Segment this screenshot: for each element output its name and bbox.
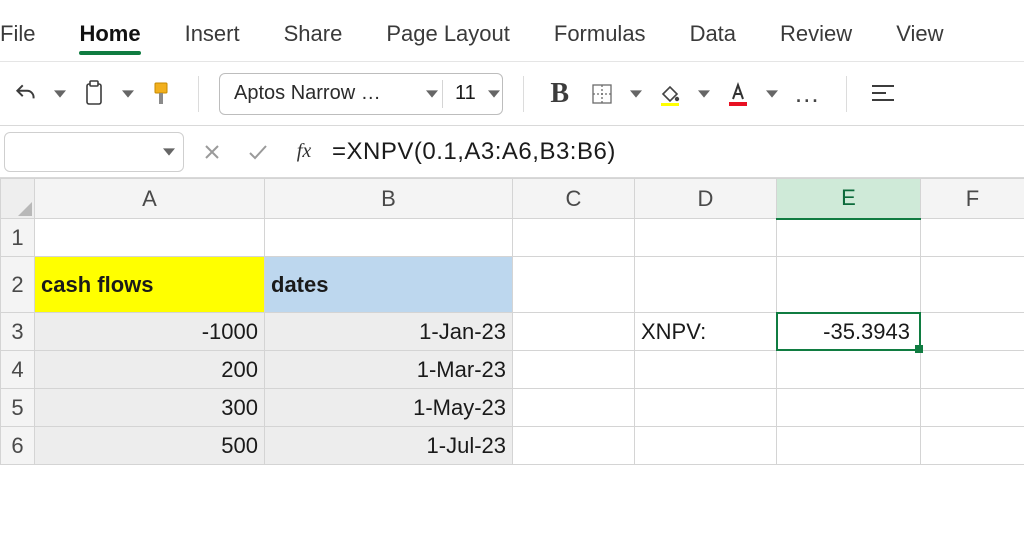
cell-F2[interactable] <box>921 257 1024 313</box>
cell-D2[interactable] <box>635 257 777 313</box>
cell-E1[interactable] <box>777 219 921 257</box>
cell-A1[interactable] <box>35 219 265 257</box>
row-head-5[interactable]: 5 <box>1 389 35 427</box>
cell-D1[interactable] <box>635 219 777 257</box>
cell-B5[interactable]: 1-May-23 <box>265 389 513 427</box>
col-head-F[interactable]: F <box>921 179 1024 219</box>
cell-C5[interactable] <box>513 389 635 427</box>
select-all-corner[interactable] <box>1 179 35 219</box>
col-head-D[interactable]: D <box>635 179 777 219</box>
cell-B4[interactable]: 1-Mar-23 <box>265 351 513 389</box>
cell-B6[interactable]: 1-Jul-23 <box>265 427 513 465</box>
cell-D6[interactable] <box>635 427 777 465</box>
cell-C6[interactable] <box>513 427 635 465</box>
font-name-value: Aptos Narrow … <box>234 82 424 105</box>
clipboard-dropdown-icon[interactable] <box>120 78 136 110</box>
cell-D4[interactable] <box>635 351 777 389</box>
toolbar-separator <box>523 76 524 112</box>
clipboard-icon[interactable] <box>78 78 110 110</box>
font-name-dropdown-icon[interactable] <box>424 78 440 110</box>
formula-text[interactable]: =XNPV(0.1,A3:A6,B3:B6) <box>332 138 616 166</box>
tab-data[interactable]: Data <box>668 15 758 61</box>
toolbar-separator <box>198 76 199 112</box>
cell-C1[interactable] <box>513 219 635 257</box>
tab-insert[interactable]: Insert <box>163 15 262 61</box>
cell-A5[interactable]: 300 <box>35 389 265 427</box>
cell-B1[interactable] <box>265 219 513 257</box>
font-size-value: 11 <box>445 82 486 105</box>
name-box-dropdown-icon[interactable] <box>163 146 175 158</box>
cell-E5[interactable] <box>777 389 921 427</box>
format-painter-icon[interactable] <box>146 78 178 110</box>
cell-E2[interactable] <box>777 257 921 313</box>
spreadsheet-grid[interactable]: A B C D E F 1 2 cash flows dates 3 <box>0 178 1024 538</box>
font-color-icon[interactable] <box>722 78 754 110</box>
cell-F4[interactable] <box>921 351 1024 389</box>
toolbar: Aptos Narrow … 11 B <box>0 62 1024 126</box>
row-head-1[interactable]: 1 <box>1 219 35 257</box>
font-size-dropdown-icon[interactable] <box>486 78 502 110</box>
fx-icon[interactable]: fx <box>286 132 322 172</box>
fill-color-icon[interactable] <box>654 78 686 110</box>
cell-A3[interactable]: -1000 <box>35 313 265 351</box>
tab-view[interactable]: View <box>874 15 965 61</box>
undo-dropdown-icon[interactable] <box>52 78 68 110</box>
cell-A4[interactable]: 200 <box>35 351 265 389</box>
row-head-3[interactable]: 3 <box>1 313 35 351</box>
col-head-B[interactable]: B <box>265 179 513 219</box>
cell-E3[interactable]: -35.3943 <box>777 313 921 351</box>
cell-F6[interactable] <box>921 427 1024 465</box>
cell-F5[interactable] <box>921 389 1024 427</box>
cell-C3[interactable] <box>513 313 635 351</box>
cell-D3[interactable]: XNPV: <box>635 313 777 351</box>
fill-color-dropdown-icon[interactable] <box>696 78 712 110</box>
col-head-E[interactable]: E <box>777 179 921 219</box>
cell-B3[interactable]: 1-Jan-23 <box>265 313 513 351</box>
bold-button[interactable]: B <box>544 78 576 110</box>
cell-C2[interactable] <box>513 257 635 313</box>
cell-E4[interactable] <box>777 351 921 389</box>
accept-formula-icon[interactable] <box>240 132 276 172</box>
cell-C4[interactable] <box>513 351 635 389</box>
overflow-menu-icon[interactable]: … <box>790 78 826 109</box>
tab-formulas[interactable]: Formulas <box>532 15 668 61</box>
tab-share[interactable]: Share <box>262 15 365 61</box>
col-head-A[interactable]: A <box>35 179 265 219</box>
cell-B2[interactable]: dates <box>265 257 513 313</box>
font-selector[interactable]: Aptos Narrow … 11 <box>219 73 503 115</box>
row-head-4[interactable]: 4 <box>1 351 35 389</box>
borders-icon[interactable] <box>586 78 618 110</box>
cell-A2[interactable]: cash flows <box>35 257 265 313</box>
cell-F1[interactable] <box>921 219 1024 257</box>
align-left-icon[interactable] <box>867 78 899 110</box>
col-head-C[interactable]: C <box>513 179 635 219</box>
name-box[interactable] <box>4 132 184 172</box>
ribbon-tabs: File Home Insert Share Page Layout Formu… <box>0 0 1024 62</box>
formula-bar: fx =XNPV(0.1,A3:A6,B3:B6) <box>0 126 1024 178</box>
tab-home[interactable]: Home <box>57 15 162 61</box>
undo-icon[interactable] <box>10 78 42 110</box>
cancel-formula-icon[interactable] <box>194 132 230 172</box>
tab-page-layout[interactable]: Page Layout <box>364 15 532 61</box>
tab-review[interactable]: Review <box>758 15 874 61</box>
borders-dropdown-icon[interactable] <box>628 78 644 110</box>
tab-file[interactable]: File <box>0 15 57 61</box>
cell-D5[interactable] <box>635 389 777 427</box>
cell-A6[interactable]: 500 <box>35 427 265 465</box>
row-head-6[interactable]: 6 <box>1 427 35 465</box>
font-color-dropdown-icon[interactable] <box>764 78 780 110</box>
cell-F3[interactable] <box>921 313 1024 351</box>
cell-E6[interactable] <box>777 427 921 465</box>
row-head-2[interactable]: 2 <box>1 257 35 313</box>
toolbar-separator <box>846 76 847 112</box>
